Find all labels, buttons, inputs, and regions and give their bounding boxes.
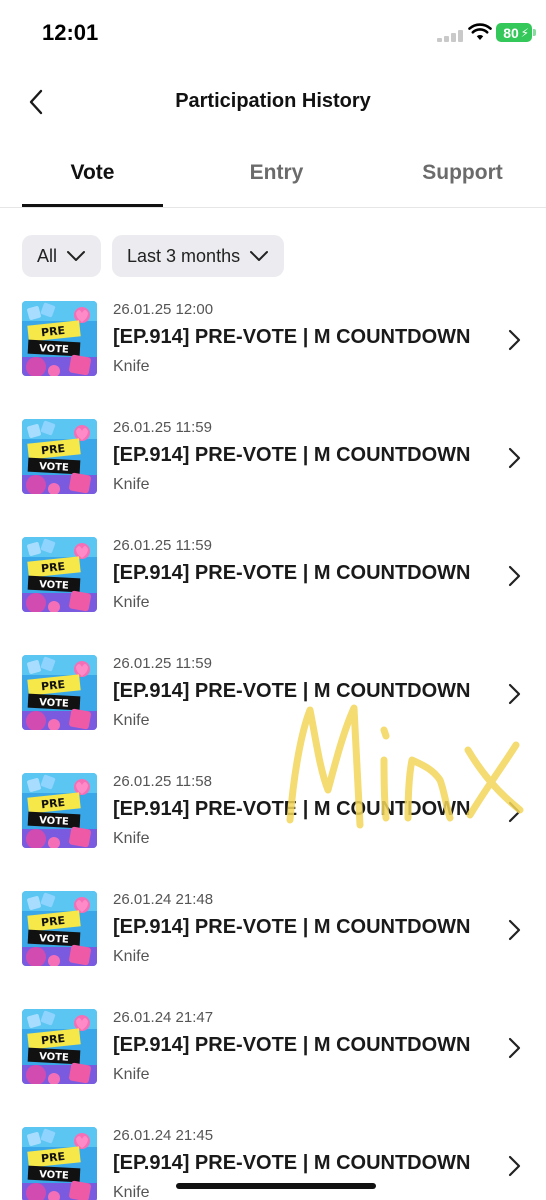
- status-bar: 12:01 80 ⚡: [0, 0, 546, 64]
- thumbnail-pre-text: PRE: [40, 324, 65, 339]
- list-item[interactable]: PRE VOTE 26.01.25 12:00 [EP.914] PRE-VOT…: [0, 298, 546, 416]
- tab-support[interactable]: Support: [392, 140, 533, 206]
- item-subtitle: Knife: [113, 594, 150, 611]
- thumbnail-vote-text: VOTE: [39, 579, 69, 592]
- item-subtitle: Knife: [113, 948, 150, 965]
- item-subtitle: Knife: [113, 476, 150, 493]
- charging-bolt-icon: ⚡: [520, 26, 529, 40]
- item-subtitle: Knife: [113, 1184, 150, 1200]
- item-date: 26.01.24 21:47: [113, 1009, 214, 1026]
- filter-bar: All Last 3 months: [22, 235, 285, 277]
- thumbnail-vote-text: VOTE: [39, 697, 69, 710]
- item-title: [EP.914] PRE-VOTE | M COUNTDOWN: [113, 326, 471, 348]
- item-title: [EP.914] PRE-VOTE | M COUNTDOWN: [113, 680, 471, 702]
- pre-vote-thumbnail: PRE VOTE: [22, 891, 97, 966]
- participation-list: PRE VOTE 26.01.25 12:00 [EP.914] PRE-VOT…: [0, 298, 546, 1200]
- type-filter-dropdown[interactable]: All: [22, 235, 102, 277]
- chevron-right-icon: [508, 919, 521, 941]
- status-time: 12:01: [42, 20, 99, 45]
- item-date: 26.01.25 11:58: [113, 773, 212, 790]
- pre-vote-thumbnail: PRE VOTE: [22, 655, 97, 730]
- item-title: [EP.914] PRE-VOTE | M COUNTDOWN: [113, 1152, 471, 1174]
- thumbnail-vote-text: VOTE: [39, 1051, 69, 1064]
- item-date: 26.01.25 11:59: [113, 537, 212, 554]
- tab-entry[interactable]: Entry: [206, 140, 347, 206]
- type-filter-label: All: [37, 245, 58, 266]
- pre-vote-thumbnail: PRE VOTE: [22, 1009, 97, 1084]
- item-subtitle: Knife: [113, 1066, 150, 1083]
- thumbnail-pre-text: PRE: [40, 1032, 65, 1047]
- page-title: Participation History: [175, 90, 371, 112]
- list-item[interactable]: PRE VOTE 26.01.25 11:59 [EP.914] PRE-VOT…: [0, 652, 546, 770]
- list-item[interactable]: PRE VOTE 26.01.25 11:59 [EP.914] PRE-VOT…: [0, 534, 546, 652]
- thumbnail-pre-text: PRE: [40, 796, 65, 811]
- chevron-right-icon: [508, 565, 521, 587]
- chevron-right-icon: [508, 329, 521, 351]
- thumbnail-pre-text: PRE: [40, 442, 65, 457]
- thumbnail-pre-text: PRE: [40, 914, 65, 929]
- item-title: [EP.914] PRE-VOTE | M COUNTDOWN: [113, 444, 471, 466]
- home-indicator: [176, 1183, 376, 1189]
- chevron-right-icon: [508, 1037, 521, 1059]
- list-item[interactable]: PRE VOTE 26.01.24 21:47 [EP.914] PRE-VOT…: [0, 1006, 546, 1124]
- pre-vote-thumbnail: PRE VOTE: [22, 419, 97, 494]
- pre-vote-thumbnail: PRE VOTE: [22, 537, 97, 612]
- wifi-icon: [468, 23, 492, 40]
- pre-vote-thumbnail: PRE VOTE: [22, 1127, 97, 1200]
- tab-vote[interactable]: Vote: [22, 140, 163, 207]
- item-subtitle: Knife: [113, 358, 150, 375]
- period-filter-dropdown[interactable]: Last 3 months: [112, 235, 285, 277]
- thumbnail-vote-text: VOTE: [39, 933, 69, 946]
- battery-icon: 80 ⚡: [496, 23, 532, 42]
- chevron-right-icon: [508, 1155, 521, 1177]
- item-date: 26.01.24 21:48: [113, 891, 214, 908]
- list-item[interactable]: PRE VOTE 26.01.25 11:59 [EP.914] PRE-VOT…: [0, 416, 546, 534]
- thumbnail-vote-text: VOTE: [39, 1169, 69, 1182]
- thumbnail-pre-text: PRE: [40, 560, 65, 575]
- tab-bar: Vote Entry Support: [0, 140, 546, 208]
- item-subtitle: Knife: [113, 830, 150, 847]
- item-title: [EP.914] PRE-VOTE | M COUNTDOWN: [113, 1034, 471, 1056]
- cellular-signal-icon: [437, 30, 465, 42]
- period-filter-label: Last 3 months: [127, 245, 241, 266]
- pre-vote-thumbnail: PRE VOTE: [22, 773, 97, 848]
- item-date: 26.01.25 11:59: [113, 655, 212, 672]
- thumbnail-pre-text: PRE: [40, 678, 65, 693]
- item-title: [EP.914] PRE-VOTE | M COUNTDOWN: [113, 916, 471, 938]
- item-date: 26.01.25 12:00: [113, 301, 214, 318]
- battery-cap: [533, 29, 536, 36]
- thumbnail-vote-text: VOTE: [39, 343, 69, 356]
- list-item[interactable]: PRE VOTE 26.01.25 11:58 [EP.914] PRE-VOT…: [0, 770, 546, 888]
- thumbnail-vote-text: VOTE: [39, 461, 69, 474]
- item-date: 26.01.24 21:45: [113, 1127, 214, 1144]
- item-title: [EP.914] PRE-VOTE | M COUNTDOWN: [113, 562, 471, 584]
- chevron-down-icon: [250, 251, 269, 261]
- item-date: 26.01.25 11:59: [113, 419, 212, 436]
- app-header: Participation History: [0, 64, 546, 140]
- thumbnail-vote-text: VOTE: [39, 815, 69, 828]
- chevron-right-icon: [508, 447, 521, 469]
- chevron-right-icon: [508, 801, 521, 823]
- item-title: [EP.914] PRE-VOTE | M COUNTDOWN: [113, 798, 471, 820]
- chevron-down-icon: [67, 251, 86, 261]
- item-subtitle: Knife: [113, 712, 150, 729]
- list-item[interactable]: PRE VOTE 26.01.24 21:48 [EP.914] PRE-VOT…: [0, 888, 546, 1006]
- thumbnail-pre-text: PRE: [40, 1150, 65, 1165]
- battery-level: 80: [503, 24, 519, 41]
- chevron-right-icon: [508, 683, 521, 705]
- pre-vote-thumbnail: PRE VOTE: [22, 301, 97, 376]
